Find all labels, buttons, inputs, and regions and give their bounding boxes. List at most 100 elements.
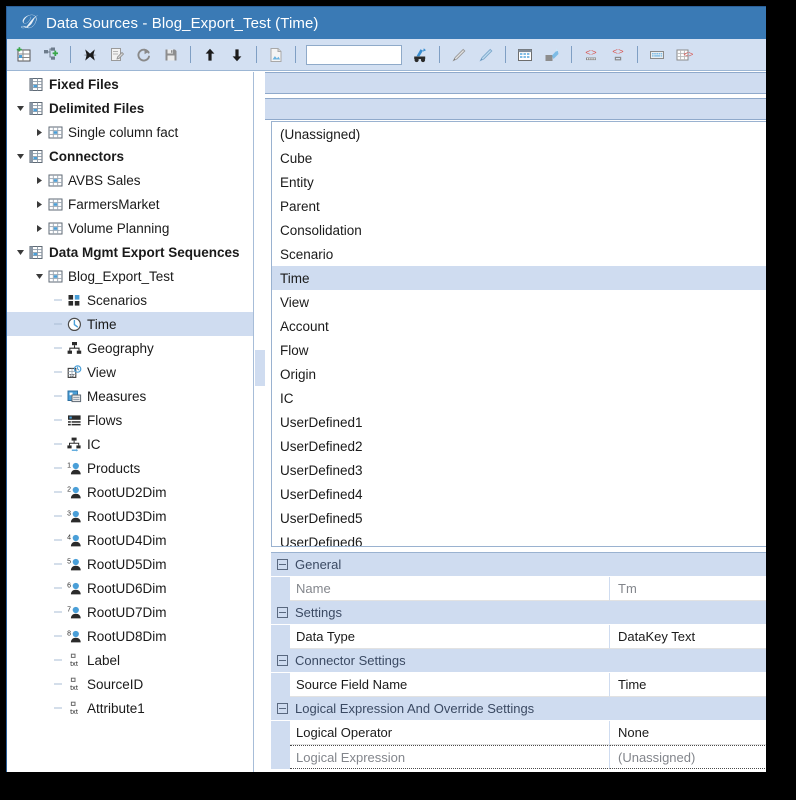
property-value[interactable]: (Unassigned) (610, 745, 789, 769)
save-button[interactable] (158, 42, 184, 68)
dimension-list-item[interactable]: View (272, 290, 767, 314)
tree-item-rootud7dim[interactable]: 7 RootUD7Dim (7, 600, 253, 624)
new-data-source-button[interactable] (11, 42, 37, 68)
dimension-list-item[interactable]: Entity (272, 170, 767, 194)
chevron-right-icon[interactable] (32, 192, 46, 216)
chevron-down-icon[interactable] (32, 264, 46, 288)
move-down-button[interactable] (224, 42, 250, 68)
property-category[interactable]: Logical Expression And Override Settings (271, 697, 789, 721)
property-category[interactable]: General (271, 553, 789, 577)
dimension-list-item[interactable]: Origin (272, 362, 767, 386)
dimension-list-item[interactable]: IC (272, 386, 767, 410)
pane-splitter[interactable] (255, 72, 265, 793)
tree-item-products[interactable]: 1 Products (7, 456, 253, 480)
document-button[interactable] (263, 42, 289, 68)
delete-button[interactable] (77, 42, 103, 68)
property-grid[interactable]: General Name Tm Settings Data Type DataKey Te… (271, 552, 789, 793)
property-value[interactable]: Tm (610, 577, 789, 601)
dimension-list-item[interactable]: (Unassigned) (272, 122, 767, 146)
data-source-tree[interactable]: Fixed Files Delimited Files Single column … (7, 72, 254, 793)
new-child-button[interactable] (38, 42, 64, 68)
import-arrow-button[interactable] (539, 42, 565, 68)
tree-item-scenarios[interactable]: Scenarios (7, 288, 253, 312)
dimension-list-item[interactable]: UserDefined5 (272, 506, 767, 530)
grid-code-button[interactable]: <> (671, 42, 697, 68)
property-category-row[interactable]: Settings (271, 601, 789, 625)
tree-item-blog-export-test[interactable]: Blog_Export_Test (7, 264, 253, 288)
dimension-list-item[interactable]: Cube (272, 146, 767, 170)
collapse-minus-icon[interactable] (277, 559, 288, 570)
chevron-right-icon[interactable] (32, 216, 46, 240)
dimension-list[interactable]: (Unassigned) Cube Entity Parent Consolidatio… (271, 121, 767, 547)
tree-item-measures[interactable]: Measures (7, 384, 253, 408)
property-category-row[interactable]: General (271, 553, 789, 577)
dimension-list-item[interactable]: UserDefined3 (272, 458, 767, 482)
run-button[interactable] (407, 42, 433, 68)
property-row[interactable]: Data Type DataKey Text (271, 625, 789, 649)
tree-item-rootud4dim[interactable]: 4 RootUD4Dim (7, 528, 253, 552)
property-row[interactable]: Logical Expression (Unassigned) (271, 745, 789, 769)
chevron-right-icon[interactable] (32, 168, 46, 192)
dimension-list-item[interactable]: UserDefined4 (272, 482, 767, 506)
move-up-button[interactable] (197, 42, 223, 68)
collapse-minus-icon[interactable] (277, 703, 288, 714)
dimension-list-item[interactable]: UserDefined6 (272, 530, 767, 547)
property-category-row[interactable]: Connector Settings (271, 649, 789, 673)
dimension-list-item[interactable]: Flow (272, 338, 767, 362)
property-value[interactable]: Time (610, 673, 789, 697)
dimension-list-item[interactable]: UserDefined1 (272, 410, 767, 434)
chevron-right-icon[interactable] (32, 120, 46, 144)
tree-item-rootud2dim[interactable]: 2 RootUD2Dim (7, 480, 253, 504)
property-value[interactable]: None (610, 721, 789, 745)
chevron-down-icon[interactable] (13, 240, 27, 264)
dimension-list-item[interactable]: Scenario (272, 242, 767, 266)
table-grid-button[interactable] (512, 42, 538, 68)
tree-item-connectors[interactable]: Connectors (7, 144, 253, 168)
pencil-blue-button[interactable] (473, 42, 499, 68)
chevron-down-icon[interactable] (13, 144, 27, 168)
chevron-down-icon[interactable] (13, 96, 27, 120)
property-category-row[interactable]: Logical Expression And Override Settings (271, 697, 789, 721)
tree-item-rootud5dim[interactable]: 5 RootUD5Dim (7, 552, 253, 576)
tree-item-data-mgmt-export-sequences[interactable]: Data Mgmt Export Sequences (7, 240, 253, 264)
tree-item-fixed-files[interactable]: Fixed Files (7, 72, 253, 96)
tree-item-time[interactable]: Time (7, 312, 253, 336)
keyboard-button[interactable] (644, 42, 670, 68)
dimension-list-item[interactable]: Time (272, 266, 767, 290)
code-brackets-button[interactable]: <> (578, 42, 604, 68)
splitter-grab-handle[interactable] (255, 350, 265, 386)
dimension-list-item[interactable]: Account (272, 314, 767, 338)
property-row[interactable]: Logical Operator None (271, 721, 789, 745)
tree-item-farmersmarket[interactable]: FarmersMarket (7, 192, 253, 216)
edit-button[interactable] (104, 42, 130, 68)
tree-item-rootud6dim[interactable]: 6 RootUD6Dim (7, 576, 253, 600)
tree-item-avbs-sales[interactable]: AVBS Sales (7, 168, 253, 192)
tree-item-rootud8dim[interactable]: 8 RootUD8Dim (7, 624, 253, 648)
property-category[interactable]: Connector Settings (271, 649, 789, 673)
property-row[interactable]: Source Field Name Time (271, 673, 789, 697)
code-expression-button[interactable]: <> (605, 42, 631, 68)
dimension-list-item[interactable]: Parent (272, 194, 767, 218)
tree-item-geography[interactable]: Geography (7, 336, 253, 360)
collapse-minus-icon[interactable] (277, 607, 288, 618)
tree-item-view[interactable]: 12 View (7, 360, 253, 384)
tree-item-sourceid[interactable]: txt SourceID (7, 672, 253, 696)
tree-item-flows[interactable]: Flows (7, 408, 253, 432)
property-category[interactable]: Settings (271, 601, 789, 625)
pencil-button[interactable] (446, 42, 472, 68)
tree-item-volume-planning[interactable]: Volume Planning (7, 216, 253, 240)
property-value[interactable]: DataKey Text (610, 625, 789, 649)
tree-item-delimited-files[interactable]: Delimited Files (7, 96, 253, 120)
tree-item-single-column-fact[interactable]: Single column fact (7, 120, 253, 144)
tree-item-ic[interactable]: IC (7, 432, 253, 456)
dimension-list-item[interactable]: UserDefined2 (272, 434, 767, 458)
dimension-list-item[interactable]: Consolidation (272, 218, 767, 242)
tree-line (51, 408, 65, 432)
refresh-button[interactable] (131, 42, 157, 68)
tree-item-label[interactable]: txt Label (7, 648, 253, 672)
tree-item-attribute1[interactable]: txt Attribute1 (7, 696, 253, 720)
search-input[interactable] (306, 44, 402, 65)
tree-item-rootud3dim[interactable]: 3 RootUD3Dim (7, 504, 253, 528)
collapse-minus-icon[interactable] (277, 655, 288, 666)
property-row[interactable]: Name Tm (271, 577, 789, 601)
